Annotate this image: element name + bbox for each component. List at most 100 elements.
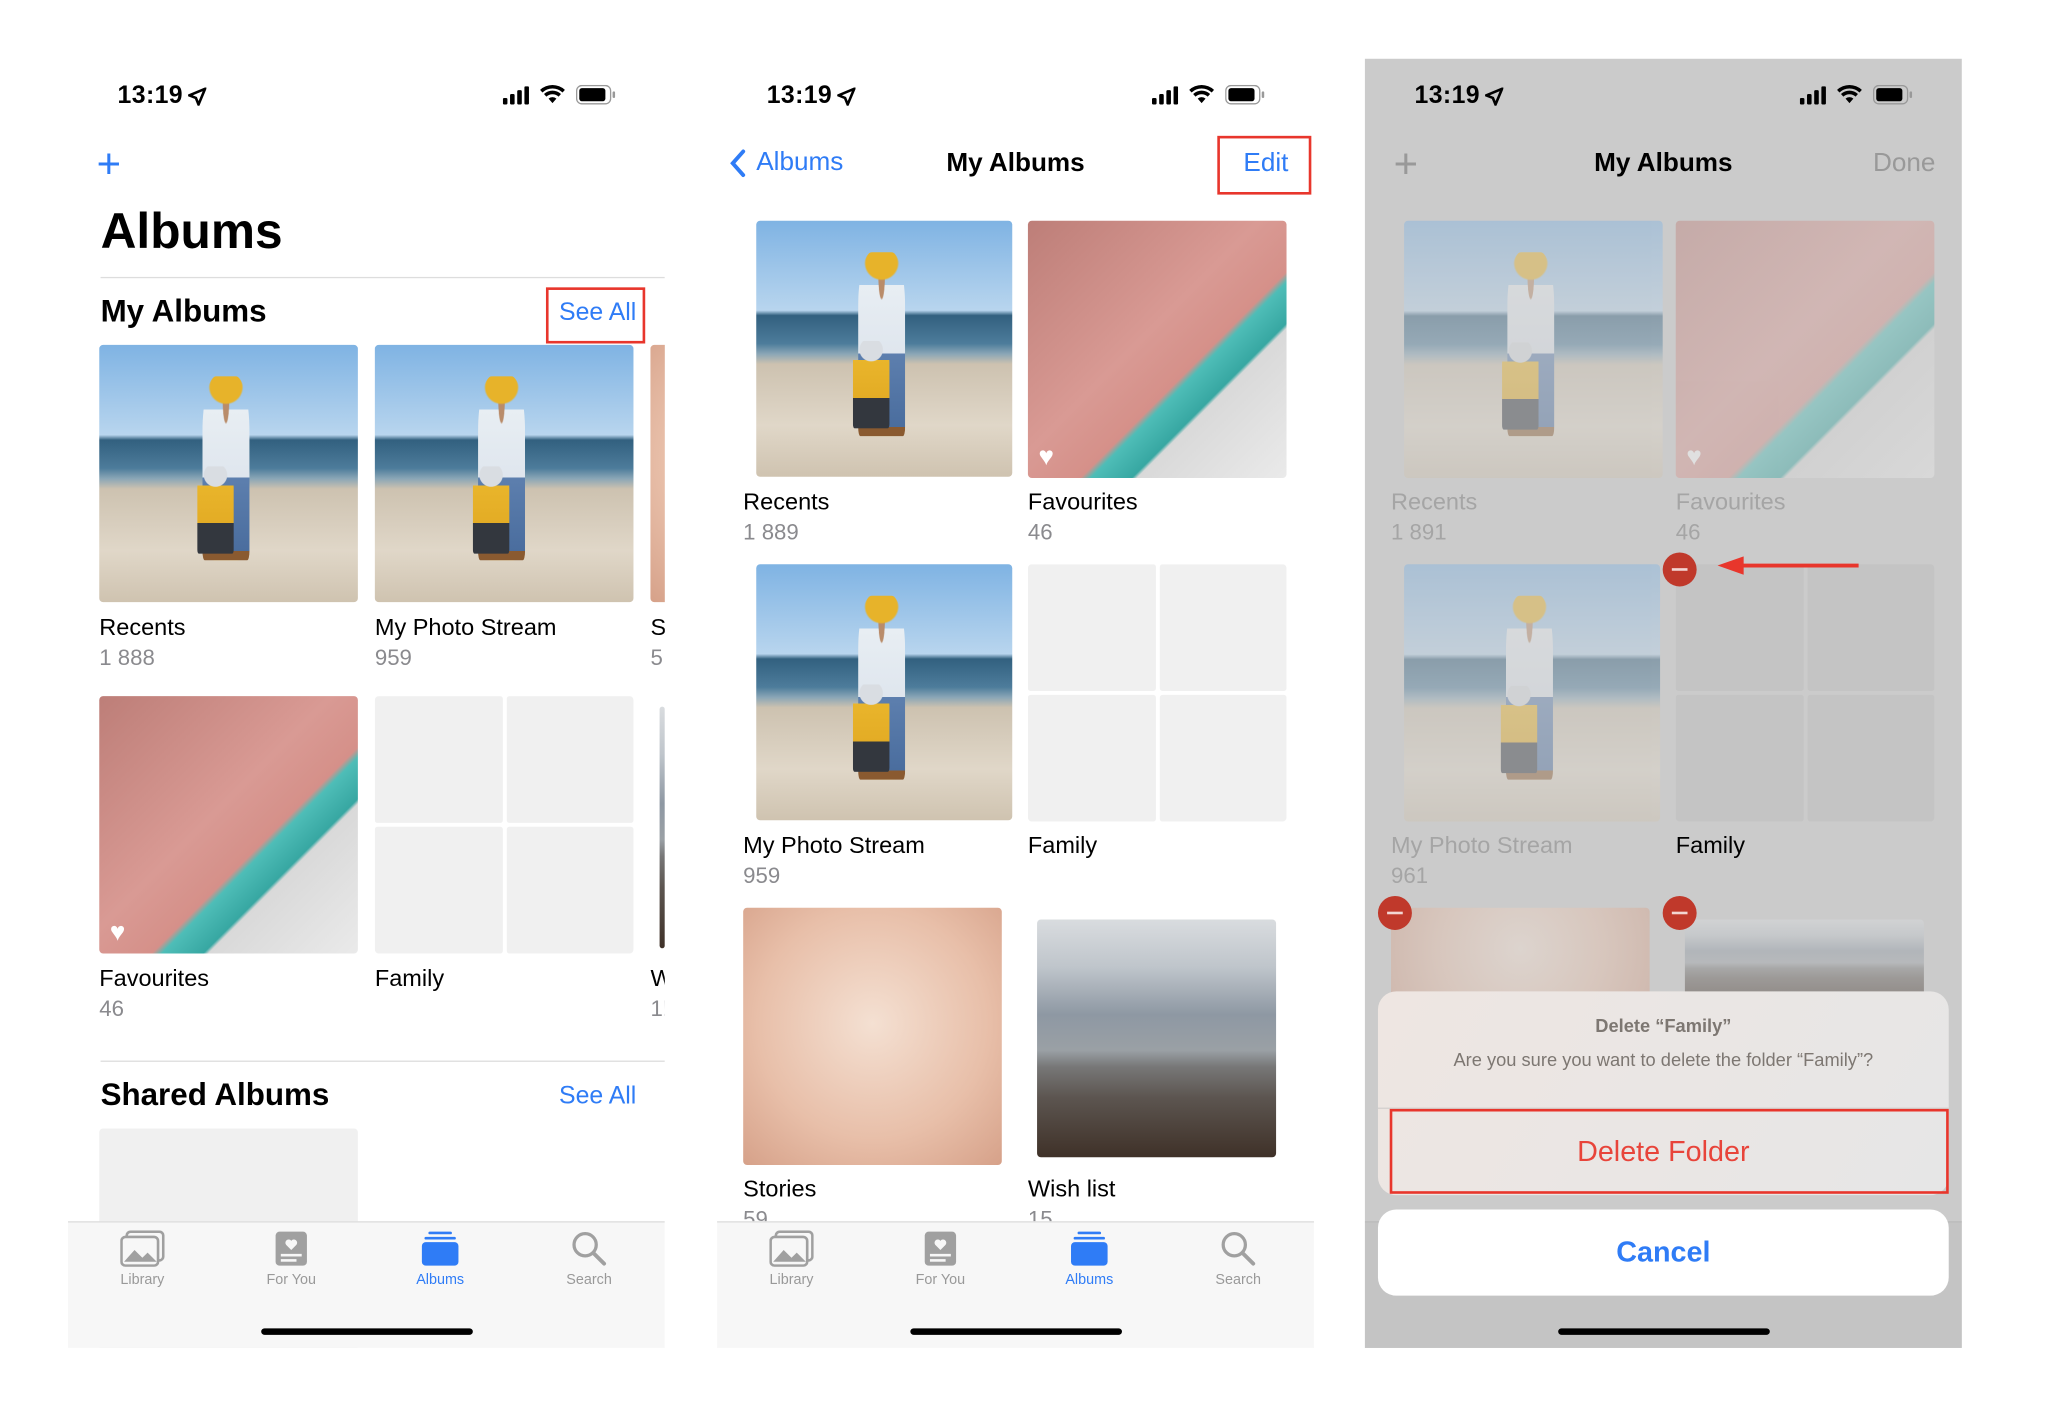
search-magnifier-icon	[572, 1231, 607, 1266]
heart-icon: ♥	[1038, 442, 1054, 472]
cellular-signal-icon	[1799, 85, 1826, 104]
time-text: 13:19	[1414, 82, 1480, 110]
album-count: 1!	[650, 996, 664, 1022]
album-count: 1 891	[1391, 519, 1447, 545]
wifi-icon	[1837, 85, 1862, 104]
album-thumb-stories[interactable]	[743, 907, 1002, 1166]
album-thumb-partial[interactable]	[659, 706, 665, 949]
red-arrow-annotation-icon	[1717, 556, 1859, 575]
add-album-button[interactable]: +	[1394, 140, 1418, 188]
album-thumb-family[interactable]	[1675, 564, 1935, 822]
home-indicator	[910, 1328, 1122, 1335]
album-thumb-favourites[interactable]: ♥	[99, 696, 358, 954]
album-name: S	[650, 613, 665, 640]
home-indicator	[1558, 1328, 1770, 1335]
album-count: 961	[1391, 863, 1429, 889]
album-thumb-wish-list[interactable]	[1684, 919, 1924, 998]
tab-search[interactable]: Search	[530, 1230, 648, 1288]
album-name: Stories	[743, 1175, 817, 1202]
album-thumb-recents[interactable]	[756, 220, 1013, 477]
album-thumb-favourites[interactable]: ♥	[1675, 220, 1935, 479]
library-photos-icon	[120, 1230, 165, 1267]
album-count: 46	[1027, 519, 1053, 545]
heart-icon: ♥	[109, 918, 126, 947]
album-thumb-family[interactable]	[374, 696, 634, 954]
status-time: 13:19	[1414, 82, 1505, 111]
back-button[interactable]: Albums	[730, 148, 843, 178]
divider	[100, 1060, 665, 1062]
status-icons	[502, 84, 616, 105]
delete-stories-minus-icon[interactable]	[1377, 895, 1412, 930]
album-name: Recents	[743, 488, 830, 515]
tab-search[interactable]: Search	[1179, 1230, 1297, 1288]
status-time: 13:19	[117, 82, 208, 111]
album-thumb-my-photo-stream[interactable]	[374, 344, 634, 603]
my-albums-screen: 13:19 Albums My Albums Edit Recents 1 88…	[717, 58, 1314, 1348]
highlight-box	[1389, 1108, 1949, 1194]
album-name: Recents	[99, 613, 186, 640]
albums-stack-icon	[421, 1231, 459, 1266]
album-thumb-family[interactable]	[1027, 564, 1287, 822]
tab-library[interactable]: Library	[733, 1230, 851, 1288]
cellular-signal-icon	[1151, 85, 1179, 104]
shared-albums-heading: Shared Albums	[100, 1077, 330, 1113]
album-thumb-wish-list[interactable]	[1037, 919, 1277, 1158]
tab-label: Albums	[1065, 1272, 1114, 1288]
tab-albums[interactable]: Albums	[1031, 1230, 1149, 1288]
done-button[interactable]: Done	[1873, 149, 1935, 179]
time-text: 13:19	[117, 82, 183, 110]
tab-library[interactable]: Library	[84, 1230, 202, 1288]
add-album-button[interactable]: +	[97, 140, 121, 188]
heart-icon: ♥	[1686, 442, 1702, 472]
tab-label: Search	[1215, 1272, 1261, 1288]
sheet-message: Are you sure you want to delete the fold…	[1453, 1048, 1874, 1070]
album-name: My Photo Stream	[374, 613, 557, 640]
tab-for-you[interactable]: For You	[232, 1230, 350, 1288]
album-thumb-recents[interactable]	[1404, 220, 1663, 479]
albums-stack-icon	[1071, 1231, 1108, 1266]
tab-for-you[interactable]: For You	[882, 1230, 1000, 1288]
album-name: Family	[1027, 831, 1098, 859]
status-time: 13:19	[767, 82, 857, 111]
album-thumb-recents[interactable]	[99, 344, 358, 603]
cancel-button[interactable]: Cancel	[1377, 1209, 1949, 1296]
albums-screen: 13:19 + Albums My Albums See All Recents…	[67, 58, 665, 1348]
tab-label: Library	[769, 1272, 814, 1288]
album-thumb-stories[interactable]	[1391, 907, 1650, 1000]
search-magnifier-icon	[1221, 1231, 1256, 1266]
album-count: 5	[650, 645, 663, 671]
album-count: 1 889	[743, 519, 799, 545]
album-count: 46	[1675, 519, 1701, 545]
battery-icon	[1225, 84, 1265, 105]
page-title: Albums	[100, 205, 283, 260]
tab-albums[interactable]: Albums	[381, 1230, 499, 1288]
tab-label: For You	[915, 1272, 966, 1288]
tab-label: Library	[120, 1272, 165, 1288]
delete-wish-list-minus-icon[interactable]	[1662, 895, 1697, 930]
album-thumb-favourites[interactable]: ♥	[1027, 220, 1287, 479]
wifi-icon	[540, 85, 565, 104]
album-thumb-partial[interactable]	[650, 344, 665, 603]
album-name: Family	[374, 965, 445, 992]
tab-label: Albums	[416, 1272, 465, 1288]
location-arrow-icon	[1483, 86, 1505, 108]
tab-label: Search	[566, 1272, 612, 1288]
see-all-shared-link[interactable]: See All	[559, 1083, 636, 1112]
album-name: Favourites	[1675, 488, 1786, 515]
album-name: My Photo Stream	[743, 831, 925, 859]
tab-label: For You	[266, 1272, 317, 1288]
album-name: W	[650, 965, 664, 992]
album-name: Favourites	[1027, 488, 1138, 515]
album-name: Wish list	[1027, 1175, 1116, 1202]
album-thumb-my-photo-stream[interactable]	[756, 564, 1013, 821]
album-count: 1 888	[99, 645, 155, 671]
library-photos-icon	[769, 1230, 814, 1267]
sheet-title: Delete “Family”	[1595, 1014, 1732, 1036]
status-icons	[1151, 84, 1265, 105]
cellular-signal-icon	[502, 85, 529, 104]
location-arrow-icon	[835, 86, 857, 108]
album-thumb-my-photo-stream[interactable]	[1404, 564, 1661, 822]
battery-icon	[576, 84, 616, 105]
delete-family-minus-icon[interactable]	[1662, 552, 1697, 587]
album-name: My Photo Stream	[1391, 831, 1573, 859]
